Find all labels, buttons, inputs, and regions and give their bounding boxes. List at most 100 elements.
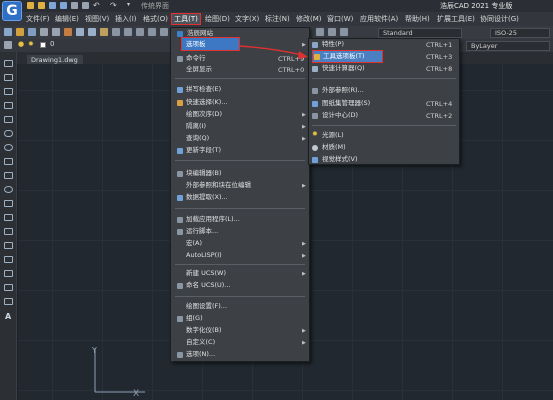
menu-item-website[interactable]: 浩辰网站 xyxy=(187,28,213,39)
submenu-item-quickcalc[interactable]: 快速计算器(Q) xyxy=(322,63,365,74)
toolbar-preview-icon[interactable] xyxy=(52,28,60,36)
menu-draw[interactable]: 绘图(D) xyxy=(205,13,230,25)
current-layer-name[interactable]: 0 xyxy=(50,40,54,48)
dim-style-select[interactable]: ISO-25 xyxy=(490,28,550,38)
menu-item-data-extraction[interactable]: 数据提取(X)... xyxy=(186,192,228,203)
menu-item-palettes[interactable]: 选项板 xyxy=(186,39,206,50)
menu-tools[interactable]: 工具(T) xyxy=(171,13,201,25)
menu-item-spell-check[interactable]: 拼写检查(E) xyxy=(186,84,221,95)
line-tool-icon[interactable] xyxy=(4,60,13,67)
save-as-icon[interactable] xyxy=(60,2,67,9)
circle-tool-icon[interactable] xyxy=(4,144,13,151)
submenu-item-properties[interactable]: 特性(P) xyxy=(322,39,344,50)
toolbar-pan-icon[interactable] xyxy=(136,28,144,36)
revision-cloud-icon[interactable] xyxy=(4,158,13,165)
toolbar-zoom-window-icon[interactable] xyxy=(160,28,168,36)
menu-item-inquiry[interactable]: 查询(Q) xyxy=(186,133,209,144)
submenu-item-tool-palettes[interactable]: 工具选项板(T) xyxy=(323,51,365,62)
save-icon[interactable] xyxy=(49,2,56,9)
make-block-icon[interactable] xyxy=(4,228,13,235)
sun-icon[interactable]: ✹ xyxy=(28,40,34,48)
menu-item-new-ucs[interactable]: 新建 UCS(W) xyxy=(186,268,226,279)
linetype-select[interactable]: ByLayer xyxy=(466,41,550,51)
menu-item-block-editor[interactable]: 块编辑器(B) xyxy=(186,168,222,179)
ellipse-tool-icon[interactable] xyxy=(4,186,13,193)
menu-item-tablet[interactable]: 数字化仪(B) xyxy=(186,325,222,336)
toolbar-zoom-icon[interactable] xyxy=(148,28,156,36)
undo-icon[interactable]: ↶ xyxy=(93,1,100,10)
menu-item-named-ucs[interactable]: 命名 UCS(U)... xyxy=(186,280,231,291)
toolbar-match-prop-icon[interactable] xyxy=(100,28,108,36)
toolbar-design-center-icon[interactable] xyxy=(328,28,336,36)
submenu-item-visual-styles[interactable]: 视觉样式(V) xyxy=(322,154,358,165)
redo-icon[interactable]: ↷ xyxy=(110,1,117,10)
print-icon[interactable] xyxy=(71,2,78,9)
submenu-item-xref[interactable]: 外部参照(R)... xyxy=(322,85,364,96)
toolbar-copy-icon[interactable] xyxy=(76,28,84,36)
rectangle-tool-icon[interactable] xyxy=(4,116,13,123)
submenu-item-lights[interactable]: 光源(L) xyxy=(322,130,344,141)
menu-text[interactable]: 文字(X) xyxy=(235,13,259,25)
menu-item-group[interactable]: 组(G) xyxy=(186,313,203,324)
toolbar-save-icon[interactable] xyxy=(28,28,36,36)
menu-item-update-field[interactable]: 更新字段(T) xyxy=(186,145,221,156)
plot-preview-icon[interactable] xyxy=(82,2,89,9)
menu-extended-tools[interactable]: 扩展工具(E) xyxy=(437,13,475,25)
layer-manager-icon[interactable] xyxy=(4,41,12,49)
menu-item-xref-inplace-edit[interactable]: 外部参照和块在位编辑 xyxy=(186,180,251,191)
menu-edit[interactable]: 编辑(E) xyxy=(55,13,79,25)
menu-insert[interactable]: 插入(I) xyxy=(115,13,137,25)
arc-tool-icon[interactable] xyxy=(4,130,13,137)
menu-apps[interactable]: 应用软件(A) xyxy=(360,13,398,25)
mtext-tool-icon[interactable]: A xyxy=(5,312,11,321)
menu-modify[interactable]: 修改(M) xyxy=(296,13,322,25)
app-logo[interactable]: G xyxy=(2,1,22,21)
toolbar-paste-icon[interactable] xyxy=(88,28,96,36)
spline-tool-icon[interactable] xyxy=(4,172,13,179)
toolbar-help-icon[interactable] xyxy=(340,28,348,36)
menu-item-fullscreen[interactable]: 全屏显示 xyxy=(186,64,212,75)
table-tool-icon[interactable] xyxy=(4,298,13,305)
menu-view[interactable]: 视图(V) xyxy=(85,13,109,25)
toolbar-new-icon[interactable] xyxy=(4,28,12,36)
menu-item-autolisp[interactable]: AutoLISP(I) xyxy=(186,250,222,261)
hatch-tool-icon[interactable] xyxy=(4,256,13,263)
menu-collab-design[interactable]: 协同设计(G) xyxy=(480,13,519,25)
menu-item-load-application[interactable]: 加载应用程序(L)... xyxy=(186,214,240,225)
gradient-tool-icon[interactable] xyxy=(4,270,13,277)
menu-format[interactable]: 格式(O) xyxy=(143,13,168,25)
workspace-dropdown-icon[interactable]: ▾ xyxy=(127,1,130,8)
text-style-select[interactable]: Standard xyxy=(378,28,462,38)
insert-block-icon[interactable] xyxy=(4,214,13,221)
menu-item-quick-select[interactable]: 快速选择(K)... xyxy=(186,97,228,108)
menu-item-macro[interactable]: 宏(A) xyxy=(186,238,202,249)
submenu-item-sheet-set[interactable]: 图纸集管理器(S) xyxy=(322,98,370,109)
menu-item-draw-order[interactable]: 绘图次序(D) xyxy=(186,109,222,120)
new-file-icon[interactable] xyxy=(27,2,34,9)
submenu-item-design-center[interactable]: 设计中心(D) xyxy=(322,110,358,121)
menu-item-options[interactable]: 选项(N)... xyxy=(186,349,215,360)
submenu-item-materials[interactable]: 材质(M) xyxy=(322,142,346,153)
polyline-tool-icon[interactable] xyxy=(4,88,13,95)
menu-window[interactable]: 窗口(W) xyxy=(327,13,353,25)
menu-item-drafting-settings[interactable]: 绘图设置(F)... xyxy=(186,301,227,312)
toolbar-cut-icon[interactable] xyxy=(64,28,72,36)
menu-item-isolate[interactable]: 隔离(I) xyxy=(186,121,206,132)
point-tool-icon[interactable] xyxy=(4,242,13,249)
menu-item-run-script[interactable]: 运行脚本... xyxy=(186,226,218,237)
toolbar-properties-icon[interactable] xyxy=(316,28,324,36)
menu-help[interactable]: 帮助(H) xyxy=(405,13,430,25)
workspace-name[interactable]: 传统界面 xyxy=(141,1,169,11)
open-folder-icon[interactable] xyxy=(38,2,45,9)
toolbar-open-icon[interactable] xyxy=(16,28,24,36)
region-tool-icon[interactable] xyxy=(4,284,13,291)
polygon-tool-icon[interactable] xyxy=(4,102,13,109)
toolbar-print-icon[interactable] xyxy=(40,28,48,36)
menu-item-customize[interactable]: 自定义(C) xyxy=(186,337,215,348)
menu-item-command-line[interactable]: 命令行 xyxy=(186,53,206,64)
toolbar-redo-icon[interactable] xyxy=(124,28,132,36)
toolbar-undo-icon[interactable] xyxy=(112,28,120,36)
menu-file[interactable]: 文件(F) xyxy=(26,13,50,25)
construction-line-icon[interactable] xyxy=(4,74,13,81)
menu-dimension[interactable]: 标注(N) xyxy=(265,13,290,25)
